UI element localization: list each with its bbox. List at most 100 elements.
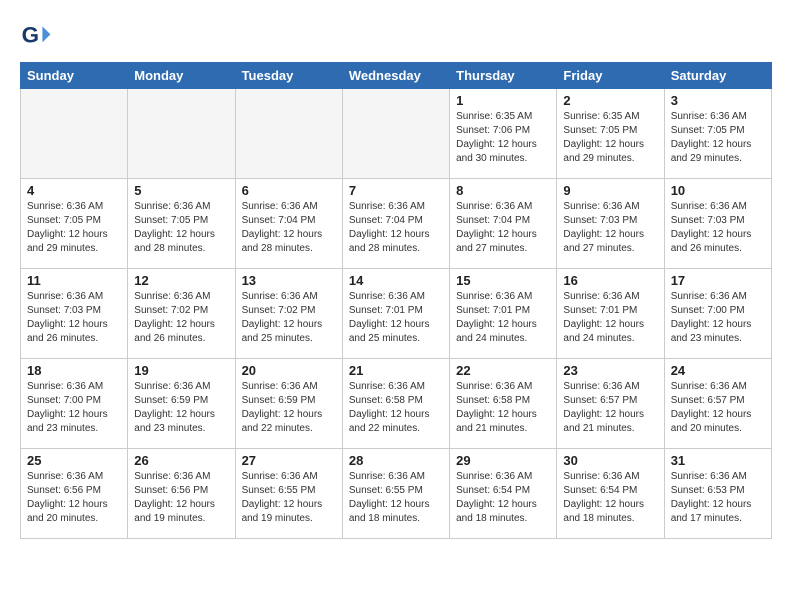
calendar-cell: 23Sunrise: 6:36 AMSunset: 6:57 PMDayligh… xyxy=(557,359,664,449)
calendar-cell: 18 Sunrise: 6:36 AMSunset: 7:00 PMDayligh… xyxy=(21,359,128,449)
calendar-cell: 29 Sunrise: 6:36 AMSunset: 6:54 PMDayligh… xyxy=(450,449,557,539)
day-info: Sunrise: 6:36 AMSunset: 7:05 PMDaylight:… xyxy=(134,200,228,256)
day-info: Sunrise: 6:36 AMSunset: 6:54 PMDaylight:… xyxy=(456,470,550,526)
day-number: 18 xyxy=(27,363,121,378)
calendar-cell: 8 Sunrise: 6:36 AMSunset: 7:04 PMDaylight… xyxy=(450,179,557,269)
weekday-header-tuesday: Tuesday xyxy=(235,63,342,89)
day-number: 12 xyxy=(134,273,228,288)
page-header: G xyxy=(20,20,772,52)
weekday-header-wednesday: Wednesday xyxy=(342,63,449,89)
calendar-week-1: 1Sunrise: 6:35 AMSunset: 7:06 PMDaylight… xyxy=(21,89,772,179)
calendar-cell: 19 Sunrise: 6:36 AMSunset: 6:59 PMDayligh… xyxy=(128,359,235,449)
day-info: Sunrise: 6:35 AMSunset: 7:05 PMDaylight:… xyxy=(563,110,657,166)
day-number: 17 xyxy=(671,273,765,288)
calendar-cell: 9Sunrise: 6:36 AMSunset: 7:03 PMDaylight… xyxy=(557,179,664,269)
calendar-cell: 14 Sunrise: 6:36 AMSunset: 7:01 PMDayligh… xyxy=(342,269,449,359)
day-number: 27 xyxy=(242,453,336,468)
day-info: Sunrise: 6:36 AMSunset: 7:03 PMDaylight:… xyxy=(27,290,121,346)
weekday-header-saturday: Saturday xyxy=(664,63,771,89)
day-info: Sunrise: 6:36 AMSunset: 7:02 PMDaylight:… xyxy=(134,290,228,346)
day-number: 30 xyxy=(563,453,657,468)
calendar-cell: 15Sunrise: 6:36 AMSunset: 7:01 PMDayligh… xyxy=(450,269,557,359)
calendar-cell: 26Sunrise: 6:36 AMSunset: 6:56 PMDayligh… xyxy=(128,449,235,539)
logo-icon: G xyxy=(20,20,52,52)
calendar-cell: 5Sunrise: 6:36 AMSunset: 7:05 PMDaylight… xyxy=(128,179,235,269)
day-number: 11 xyxy=(27,273,121,288)
day-number: 14 xyxy=(349,273,443,288)
day-info: Sunrise: 6:36 AMSunset: 7:00 PMDaylight:… xyxy=(27,380,121,436)
calendar-cell: 25 Sunrise: 6:36 AMSunset: 6:56 PMDayligh… xyxy=(21,449,128,539)
calendar-table: SundayMondayTuesdayWednesdayThursdayFrid… xyxy=(20,62,772,539)
weekday-header-friday: Friday xyxy=(557,63,664,89)
day-info: Sunrise: 6:36 AMSunset: 6:55 PMDaylight:… xyxy=(349,470,443,526)
day-info: Sunrise: 6:36 AMSunset: 7:03 PMDaylight:… xyxy=(671,200,765,256)
day-info: Sunrise: 6:36 AMSunset: 7:04 PMDaylight:… xyxy=(242,200,336,256)
calendar-week-4: 18 Sunrise: 6:36 AMSunset: 7:00 PMDayligh… xyxy=(21,359,772,449)
day-info: Sunrise: 6:36 AMSunset: 6:59 PMDaylight:… xyxy=(134,380,228,436)
day-number: 8 xyxy=(456,183,550,198)
day-info: Sunrise: 6:36 AMSunset: 7:04 PMDaylight:… xyxy=(456,200,550,256)
day-info: Sunrise: 6:36 AMSunset: 7:01 PMDaylight:… xyxy=(563,290,657,346)
day-info: Sunrise: 6:36 AMSunset: 6:56 PMDaylight:… xyxy=(27,470,121,526)
calendar-cell: 4 Sunrise: 6:36 AMSunset: 7:05 PMDaylight… xyxy=(21,179,128,269)
calendar-cell: 24 Sunrise: 6:36 AMSunset: 6:57 PMDayligh… xyxy=(664,359,771,449)
weekday-header-row: SundayMondayTuesdayWednesdayThursdayFrid… xyxy=(21,63,772,89)
day-info: Sunrise: 6:36 AMSunset: 7:01 PMDaylight:… xyxy=(349,290,443,346)
calendar-cell: 6 Sunrise: 6:36 AMSunset: 7:04 PMDaylight… xyxy=(235,179,342,269)
day-number: 3 xyxy=(671,93,765,108)
day-info: Sunrise: 6:36 AMSunset: 7:04 PMDaylight:… xyxy=(349,200,443,256)
calendar-cell: 31 Sunrise: 6:36 AMSunset: 6:53 PMDayligh… xyxy=(664,449,771,539)
calendar-cell: 27Sunrise: 6:36 AMSunset: 6:55 PMDayligh… xyxy=(235,449,342,539)
calendar-cell: 28 Sunrise: 6:36 AMSunset: 6:55 PMDayligh… xyxy=(342,449,449,539)
day-number: 26 xyxy=(134,453,228,468)
day-info: Sunrise: 6:36 AMSunset: 6:53 PMDaylight:… xyxy=(671,470,765,526)
day-info: Sunrise: 6:36 AMSunset: 7:02 PMDaylight:… xyxy=(242,290,336,346)
calendar-cell: 12 Sunrise: 6:36 AMSunset: 7:02 PMDayligh… xyxy=(128,269,235,359)
calendar-cell: 3 Sunrise: 6:36 AMSunset: 7:05 PMDaylight… xyxy=(664,89,771,179)
day-info: Sunrise: 6:36 AMSunset: 6:58 PMDaylight:… xyxy=(349,380,443,436)
day-number: 29 xyxy=(456,453,550,468)
day-number: 16 xyxy=(563,273,657,288)
day-number: 20 xyxy=(242,363,336,378)
day-number: 15 xyxy=(456,273,550,288)
day-number: 28 xyxy=(349,453,443,468)
logo: G xyxy=(20,20,56,52)
calendar-cell xyxy=(235,89,342,179)
calendar-cell: 21Sunrise: 6:36 AMSunset: 6:58 PMDayligh… xyxy=(342,359,449,449)
weekday-header-sunday: Sunday xyxy=(21,63,128,89)
calendar-cell: 2Sunrise: 6:35 AMSunset: 7:05 PMDaylight… xyxy=(557,89,664,179)
calendar-cell xyxy=(128,89,235,179)
day-number: 24 xyxy=(671,363,765,378)
day-number: 4 xyxy=(27,183,121,198)
calendar-cell: 10Sunrise: 6:36 AMSunset: 7:03 PMDayligh… xyxy=(664,179,771,269)
svg-text:G: G xyxy=(22,22,39,47)
calendar-cell: 16 Sunrise: 6:36 AMSunset: 7:01 PMDayligh… xyxy=(557,269,664,359)
calendar-cell: 30Sunrise: 6:36 AMSunset: 6:54 PMDayligh… xyxy=(557,449,664,539)
day-number: 1 xyxy=(456,93,550,108)
day-number: 25 xyxy=(27,453,121,468)
weekday-header-thursday: Thursday xyxy=(450,63,557,89)
day-info: Sunrise: 6:36 AMSunset: 6:58 PMDaylight:… xyxy=(456,380,550,436)
day-info: Sunrise: 6:36 AMSunset: 7:05 PMDaylight:… xyxy=(671,110,765,166)
day-number: 6 xyxy=(242,183,336,198)
calendar-cell: 13 Sunrise: 6:36 AMSunset: 7:02 PMDayligh… xyxy=(235,269,342,359)
calendar-week-3: 11 Sunrise: 6:36 AMSunset: 7:03 PMDayligh… xyxy=(21,269,772,359)
calendar-cell: 20 Sunrise: 6:36 AMSunset: 6:59 PMDayligh… xyxy=(235,359,342,449)
day-number: 9 xyxy=(563,183,657,198)
calendar-cell: 11 Sunrise: 6:36 AMSunset: 7:03 PMDayligh… xyxy=(21,269,128,359)
day-info: Sunrise: 6:36 AMSunset: 6:57 PMDaylight:… xyxy=(671,380,765,436)
day-number: 7 xyxy=(349,183,443,198)
calendar-week-5: 25 Sunrise: 6:36 AMSunset: 6:56 PMDayligh… xyxy=(21,449,772,539)
day-number: 22 xyxy=(456,363,550,378)
day-info: Sunrise: 6:36 AMSunset: 6:59 PMDaylight:… xyxy=(242,380,336,436)
weekday-header-monday: Monday xyxy=(128,63,235,89)
day-info: Sunrise: 6:36 AMSunset: 7:00 PMDaylight:… xyxy=(671,290,765,346)
day-number: 13 xyxy=(242,273,336,288)
calendar-cell: 22 Sunrise: 6:36 AMSunset: 6:58 PMDayligh… xyxy=(450,359,557,449)
day-number: 31 xyxy=(671,453,765,468)
day-info: Sunrise: 6:36 AMSunset: 7:05 PMDaylight:… xyxy=(27,200,121,256)
calendar-cell: 7 Sunrise: 6:36 AMSunset: 7:04 PMDaylight… xyxy=(342,179,449,269)
calendar-cell xyxy=(342,89,449,179)
day-number: 19 xyxy=(134,363,228,378)
day-info: Sunrise: 6:36 AMSunset: 6:57 PMDaylight:… xyxy=(563,380,657,436)
